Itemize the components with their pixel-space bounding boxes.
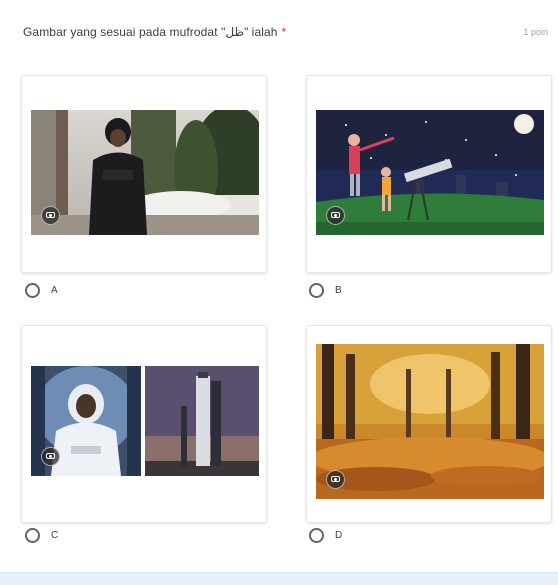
option-card-d[interactable] [306, 325, 552, 523]
option-image-c [31, 366, 259, 476]
option-label-a: A [51, 285, 58, 296]
camera-icon[interactable] [326, 206, 345, 225]
option-image-b [316, 110, 544, 235]
option-image-a [31, 110, 259, 235]
autumn-forest-photo [316, 344, 544, 499]
option-card-a[interactable] [21, 75, 267, 273]
option-card-b[interactable] [306, 75, 552, 273]
next-question-bar [0, 572, 558, 585]
camera-icon[interactable] [326, 470, 345, 489]
option-d[interactable]: D [309, 528, 342, 543]
question-title: Gambar yang sesuai pada mufrodat "ﻇﻞ" ia… [23, 25, 286, 39]
winter-man-photo [31, 110, 259, 235]
option-c[interactable]: C [25, 528, 58, 543]
option-image-d [316, 344, 544, 499]
radio-b[interactable] [309, 283, 324, 298]
points-label: 1 poin [523, 27, 548, 37]
telescope-illustration [316, 110, 544, 235]
option-label-b: B [335, 285, 342, 296]
option-card-c[interactable] [21, 325, 267, 523]
required-asterisk: * [281, 25, 287, 39]
camera-icon[interactable] [41, 206, 60, 225]
radio-a[interactable] [25, 283, 40, 298]
option-label-d: D [335, 530, 343, 541]
question-text: Gambar yang sesuai pada mufrodat "ﻇﻞ" ia… [23, 25, 278, 39]
option-label-c: C [51, 530, 59, 541]
radio-c[interactable] [25, 528, 40, 543]
option-a[interactable]: A [25, 283, 58, 298]
astronaut-rocket-photo [31, 366, 259, 476]
camera-icon[interactable] [41, 447, 60, 466]
option-b[interactable]: B [309, 283, 342, 298]
radio-d[interactable] [309, 528, 324, 543]
